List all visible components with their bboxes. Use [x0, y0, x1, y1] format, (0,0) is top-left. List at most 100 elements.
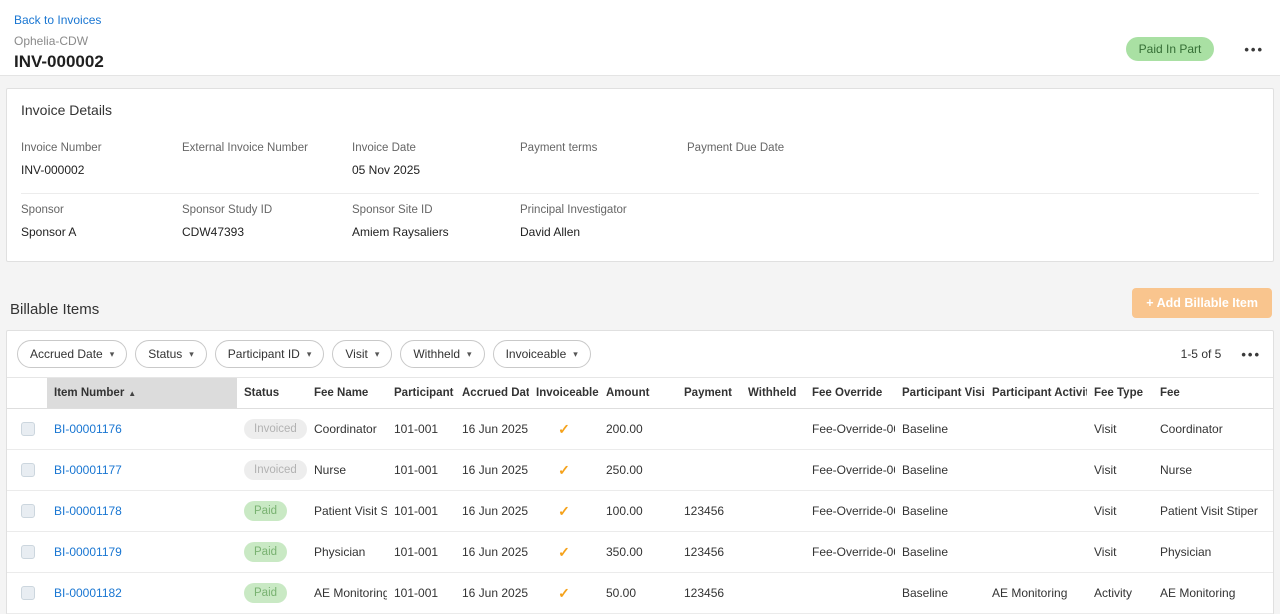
- header-checkbox-column: [7, 378, 47, 409]
- table-more-actions-icon[interactable]: •••: [1241, 348, 1261, 361]
- invoice-details-card: Invoice Details Invoice Number INV-00000…: [6, 88, 1274, 262]
- row-checkbox[interactable]: [21, 545, 35, 559]
- more-actions-icon[interactable]: •••: [1244, 43, 1264, 56]
- cell-fee-name: Nurse: [307, 450, 387, 491]
- column-header-withheld[interactable]: Withheld: [741, 378, 805, 409]
- billable-items-table: Item Number ▲ Status Fee Name Participant…: [7, 377, 1273, 614]
- cell-participant-visit: Baseline: [895, 450, 985, 491]
- item-number-link[interactable]: BI-00001179: [54, 545, 122, 559]
- column-header-fee-type[interactable]: Fee Type: [1087, 378, 1153, 409]
- table-header-row: Item Number ▲ Status Fee Name Participant…: [7, 378, 1273, 409]
- field-label: Invoice Number: [21, 142, 172, 154]
- invoice-fields-row-1: Invoice Number INV-000002 External Invoi…: [21, 132, 1259, 193]
- cell-participant: 101-001: [387, 491, 455, 532]
- item-number-link[interactable]: BI-00001177: [54, 463, 122, 477]
- cell-withheld: [741, 573, 805, 614]
- cell-amount: 200.00: [599, 409, 677, 450]
- column-header-participant[interactable]: Participant: [387, 378, 455, 409]
- filter-label: Status: [148, 347, 182, 361]
- cell-fee: Coordinator: [1153, 409, 1273, 450]
- row-checkbox[interactable]: [21, 463, 35, 477]
- cell-fee: AE Monitoring: [1153, 573, 1273, 614]
- cell-participant: 101-001: [387, 409, 455, 450]
- filter-bar: Accrued Date ▾ Status ▾ Participant ID ▾…: [7, 331, 1273, 377]
- row-checkbox[interactable]: [21, 504, 35, 518]
- item-number-link[interactable]: BI-00001182: [54, 586, 122, 600]
- cell-participant-activity: AE Monitoring: [985, 573, 1087, 614]
- invoice-details-title: Invoice Details: [21, 102, 1259, 118]
- filter-invoiceable[interactable]: Invoiceable ▾: [493, 340, 591, 368]
- row-checkbox[interactable]: [21, 586, 35, 600]
- invoiceable-check-icon: ✓: [558, 585, 570, 601]
- cell-participant: 101-001: [387, 573, 455, 614]
- cell-amount: 100.00: [599, 491, 677, 532]
- caret-down-icon: ▾: [467, 349, 472, 360]
- column-header-fee-override[interactable]: Fee Override: [805, 378, 895, 409]
- column-header-item-number[interactable]: Item Number ▲: [47, 378, 237, 409]
- cell-fee-name: AE Monitoring: [307, 573, 387, 614]
- row-status-badge: Paid: [244, 542, 287, 562]
- cell-payment: 123456: [677, 491, 741, 532]
- item-number-link[interactable]: BI-00001176: [54, 422, 122, 436]
- billable-items-header: Billable Items + Add Billable Item: [6, 288, 1274, 318]
- cell-participant-visit: Baseline: [895, 573, 985, 614]
- add-billable-item-button[interactable]: + Add Billable Item: [1132, 288, 1272, 318]
- field-value: 05 Nov 2025: [352, 163, 510, 177]
- column-header-fee-name[interactable]: Fee Name: [307, 378, 387, 409]
- sort-ascending-icon: ▲: [128, 389, 136, 398]
- filter-withheld[interactable]: Withheld ▾: [400, 340, 484, 368]
- filter-status[interactable]: Status ▾: [135, 340, 207, 368]
- cell-payment: 123456: [677, 573, 741, 614]
- row-checkbox[interactable]: [21, 422, 35, 436]
- field-value: Sponsor A: [21, 225, 172, 239]
- invoiceable-check-icon: ✓: [558, 503, 570, 519]
- cell-participant-activity: [985, 409, 1087, 450]
- cell-fee-type: Visit: [1087, 450, 1153, 491]
- cell-payment: 123456: [677, 532, 741, 573]
- column-header-participant-activity[interactable]: Participant Activity: [985, 378, 1087, 409]
- cell-participant-activity: [985, 532, 1087, 573]
- caret-down-icon: ▾: [307, 349, 312, 360]
- cell-withheld: [741, 450, 805, 491]
- back-to-invoices-link[interactable]: Back to Invoices: [14, 13, 101, 27]
- row-status-badge: Paid: [244, 501, 287, 521]
- cell-participant-visit: Baseline: [895, 532, 985, 573]
- cell-fee-type: Visit: [1087, 491, 1153, 532]
- invoiceable-check-icon: ✓: [558, 544, 570, 560]
- field-label: Payment Due Date: [687, 142, 1249, 154]
- caret-down-icon: ▾: [189, 349, 194, 360]
- cell-fee-name: Patient Visit Stipend: [307, 491, 387, 532]
- filter-accrued-date[interactable]: Accrued Date ▾: [17, 340, 127, 368]
- cell-amount: 250.00: [599, 450, 677, 491]
- row-status-badge: Paid: [244, 583, 287, 603]
- cell-amount: 350.00: [599, 532, 677, 573]
- invoice-fields-row-2: Sponsor Sponsor A Sponsor Study ID CDW47…: [21, 193, 1259, 255]
- filter-label: Invoiceable: [506, 347, 567, 361]
- cell-participant: 101-001: [387, 532, 455, 573]
- cell-fee: Physician: [1153, 532, 1273, 573]
- cell-withheld: [741, 491, 805, 532]
- field-label: External Invoice Number: [182, 142, 342, 154]
- cell-fee-type: Activity: [1087, 573, 1153, 614]
- cell-participant-activity: [985, 450, 1087, 491]
- invoiceable-check-icon: ✓: [558, 421, 570, 437]
- cell-fee-name: Physician: [307, 532, 387, 573]
- item-number-link[interactable]: BI-00001178: [54, 504, 122, 518]
- column-label: Item Number: [54, 387, 124, 399]
- cell-accrued-date: 16 Jun 2025: [455, 532, 529, 573]
- cell-fee-override: Fee-Override-0011: [805, 491, 895, 532]
- column-header-payment[interactable]: Payment: [677, 378, 741, 409]
- table-row: BI-00001178 Paid Patient Visit Stipend 1…: [7, 491, 1273, 532]
- filter-label: Visit: [345, 347, 367, 361]
- field-value: INV-000002: [21, 163, 172, 177]
- filter-participant-id[interactable]: Participant ID ▾: [215, 340, 325, 368]
- field-value: David Allen: [520, 225, 677, 239]
- column-header-accrued-date[interactable]: Accrued Date: [455, 378, 529, 409]
- column-header-participant-visit[interactable]: Participant Visit: [895, 378, 985, 409]
- cell-fee-override: [805, 573, 895, 614]
- column-header-amount[interactable]: Amount: [599, 378, 677, 409]
- column-header-status[interactable]: Status: [237, 378, 307, 409]
- column-header-invoiceable[interactable]: Invoiceable: [529, 378, 599, 409]
- filter-visit[interactable]: Visit ▾: [332, 340, 392, 368]
- column-header-fee[interactable]: Fee: [1153, 378, 1273, 409]
